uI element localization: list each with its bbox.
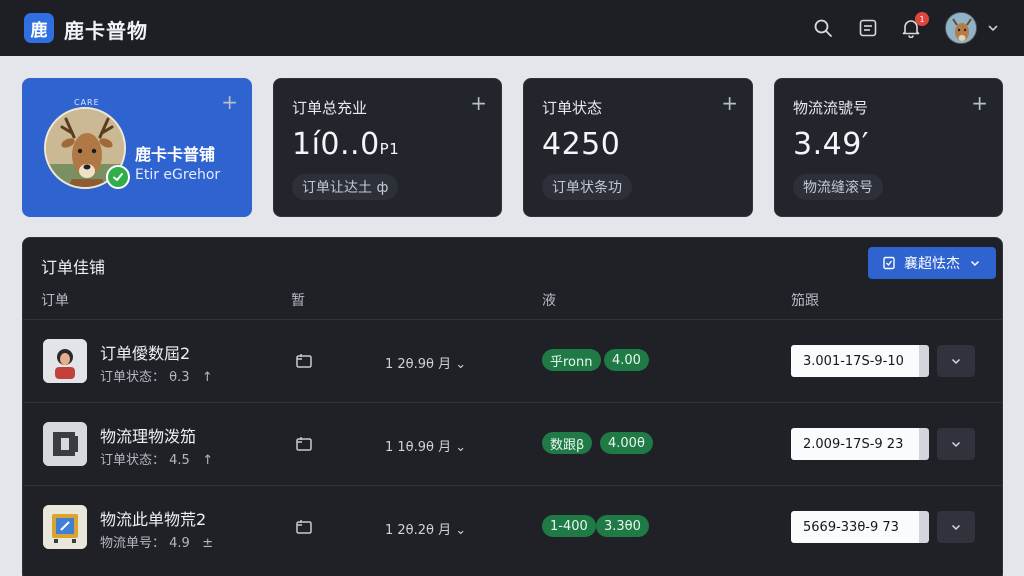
expand-row-button[interactable] <box>937 511 975 543</box>
calendar-icon[interactable] <box>295 518 313 536</box>
profile-caption: CARE <box>74 98 100 107</box>
document-icon <box>883 256 895 270</box>
stat-card-status[interactable]: 订单状态 + 4250 订单状条功 <box>523 78 753 217</box>
chevron-down-icon <box>951 524 961 531</box>
stat-card-sub: 订单让达土 ф <box>292 174 399 200</box>
row-time[interactable]: 1 2θ.9θ 月 ⌄ <box>385 353 466 372</box>
row-subtitle: 物流单号： 4.9 ± <box>100 536 214 551</box>
top-bar: 鹿 鹿卡普物 1 <box>0 0 1024 56</box>
stat-card-logistics[interactable]: 物流流號号 + 3.49′ 物流缝滚号 <box>774 78 1003 217</box>
profile-subtitle: Etir eGrehor <box>135 167 221 183</box>
row-subtitle: 订单状态： 4.5 ↑ <box>100 453 214 468</box>
panel-action-button[interactable]: 襄超怯杰 <box>868 247 996 279</box>
row-title[interactable]: 物流理物泼笳 <box>100 423 196 447</box>
stat-card-title: 物流流號号 <box>793 99 869 117</box>
row-thumbnail <box>43 339 87 383</box>
add-icon[interactable]: + <box>470 91 487 115</box>
panel-action-label: 襄超怯杰 <box>904 256 960 272</box>
table-row[interactable]: 订单僾数屆2 订单状态： θ.3 ↑ 1 2θ.9θ 月 ⌄ 乎ronn 4.0… <box>23 319 1002 401</box>
profile-card[interactable]: CARE + 鹿卡卡普铺 Etir eGrehor <box>22 78 252 217</box>
orders-panel: 订单佳铺 襄超怯杰 订单 暂 液 笳跟 订单僾数屆2 订单状态： θ.3 ↑ 1… <box>22 237 1003 576</box>
status-pill: 4.00 <box>604 349 649 371</box>
column-header-tracking[interactable]: 笳跟 <box>791 290 819 310</box>
row-time[interactable]: 1 2θ.2θ 月 ⌄ <box>385 519 466 538</box>
stat-card-value: 4250 <box>542 127 621 162</box>
bell-icon[interactable]: 1 <box>899 12 929 40</box>
stat-card-title: 订单状态 <box>542 99 603 117</box>
row-thumbnail <box>43 422 87 466</box>
row-thumbnail <box>43 505 87 549</box>
row-subtitle: 订单状态： θ.3 ↑ <box>100 370 213 385</box>
row-title[interactable]: 订单僾数屆2 <box>100 340 190 364</box>
status-pill: 3.3θ0 <box>596 515 649 537</box>
expand-row-button[interactable] <box>937 345 975 377</box>
app-title: 鹿卡普物 <box>64 19 148 43</box>
status-pill: 数跟β <box>542 432 593 454</box>
tracking-code-field[interactable]: 5669-33θ-9 73 <box>791 511 929 543</box>
calendar-icon[interactable] <box>295 435 313 453</box>
table-row[interactable]: 物流理物泼笳 订单状态： 4.5 ↑ 1 1θ.9θ 月 ⌄ 数跟β 4.00θ… <box>23 402 1002 484</box>
add-icon[interactable]: + <box>221 90 238 114</box>
expand-row-button[interactable] <box>937 428 975 460</box>
chevron-down-icon[interactable] <box>985 20 1001 36</box>
stat-card-total[interactable]: 订单总充业 + 1í0..0P1 订单让达土 ф <box>273 78 502 217</box>
stat-card-title: 订单总充业 <box>292 99 368 117</box>
chevron-down-icon <box>951 358 961 365</box>
verified-check-icon <box>106 165 130 189</box>
user-avatar[interactable] <box>945 12 977 44</box>
tracking-code-field[interactable]: 2.009-17S-9 23 <box>791 428 929 460</box>
stat-card-sub: 物流缝滚号 <box>793 174 883 200</box>
status-pill: 1-400 <box>542 515 596 537</box>
notification-badge: 1 <box>915 12 929 26</box>
column-header-status[interactable]: 液 <box>542 290 556 310</box>
calendar-icon[interactable] <box>295 352 313 370</box>
row-title[interactable]: 物流此单物荒2 <box>100 506 206 530</box>
panel-title: 订单佳铺 <box>41 258 106 277</box>
column-header-date[interactable]: 暂 <box>291 290 305 310</box>
search-icon[interactable] <box>811 16 835 40</box>
add-icon[interactable]: + <box>721 91 738 115</box>
status-pill: 乎ronn <box>542 349 601 371</box>
table-row[interactable]: 物流此单物荒2 物流单号： 4.9 ± 1 2θ.2θ 月 ⌄ 1-400 3.… <box>23 485 1002 567</box>
row-time[interactable]: 1 1θ.9θ 月 ⌄ <box>385 436 466 455</box>
chevron-down-icon <box>951 441 961 448</box>
stat-card-sub: 订单状条功 <box>542 174 632 200</box>
column-header-order[interactable]: 订单 <box>41 290 69 310</box>
stat-card-value: 3.49′ <box>793 127 870 162</box>
status-pill: 4.00θ <box>600 432 653 454</box>
stat-card-value: 1í0..0P1 <box>292 127 400 162</box>
profile-name: 鹿卡卡普铺 <box>135 145 216 164</box>
add-icon[interactable]: + <box>971 91 988 115</box>
note-icon[interactable] <box>856 16 880 40</box>
tracking-code-field[interactable]: 3.001-17S-9-10 <box>791 345 929 377</box>
chevron-down-icon <box>970 260 980 267</box>
app-logo[interactable]: 鹿 <box>24 13 54 43</box>
